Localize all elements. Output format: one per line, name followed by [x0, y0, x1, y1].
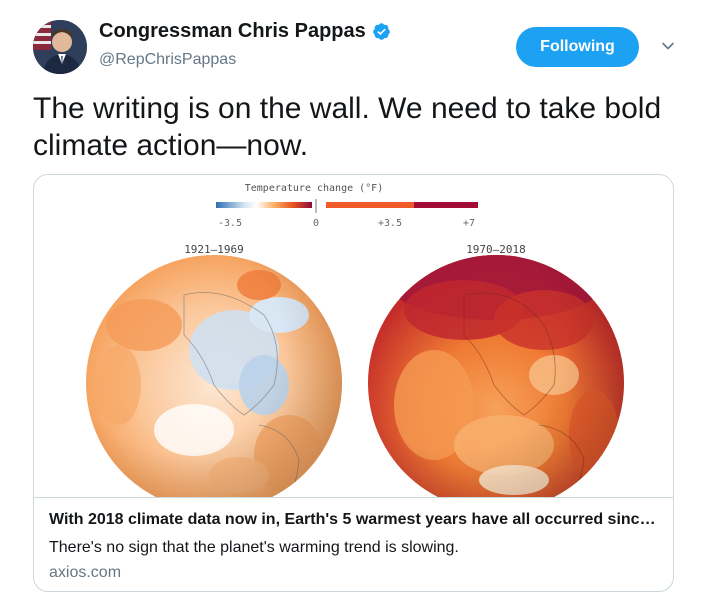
legend-tick-4: +7	[463, 218, 475, 229]
legend-tick-2: 0	[313, 218, 319, 229]
legend-title: Temperature change (°F)	[245, 183, 383, 194]
author-name[interactable]: Congressman Chris Pappas	[99, 20, 366, 43]
right-globe-label: 1970–2018	[466, 243, 526, 256]
legend-bar-hot	[414, 202, 478, 208]
avatar[interactable]	[33, 20, 87, 74]
right-globe	[368, 255, 624, 511]
chevron-down-icon[interactable]	[660, 38, 676, 54]
avatar-image	[33, 20, 87, 74]
card-image[interactable]: Temperature change (°F) -3.5 0 +3.5 +7 1…	[34, 175, 673, 511]
climate-map-image: Temperature change (°F) -3.5 0 +3.5 +7 1…	[86, 183, 624, 511]
left-globe-label: 1921–1969	[184, 243, 244, 256]
legend-tick-3: +3.5	[378, 218, 402, 229]
verified-badge-icon	[372, 23, 390, 40]
tweet-text: The writing is on the wall. We need to t…	[33, 92, 662, 162]
card-title[interactable]: With 2018 climate data now in, Earth's 5…	[49, 511, 661, 529]
legend-tick-1: -3.5	[218, 218, 242, 229]
following-button[interactable]: Following	[516, 27, 639, 67]
legend-bar-cool	[216, 202, 312, 208]
link-card[interactable]: Temperature change (°F) -3.5 0 +3.5 +7 1…	[33, 174, 674, 592]
left-globe	[86, 255, 342, 511]
author-name-row[interactable]: Congressman Chris Pappas	[99, 20, 391, 43]
card-domain[interactable]: axios.com	[49, 564, 121, 582]
card-divider	[34, 497, 673, 498]
card-description: There's no sign that the planet's warmin…	[49, 539, 459, 556]
author-handle[interactable]: @RepChrisPappas	[99, 51, 236, 69]
